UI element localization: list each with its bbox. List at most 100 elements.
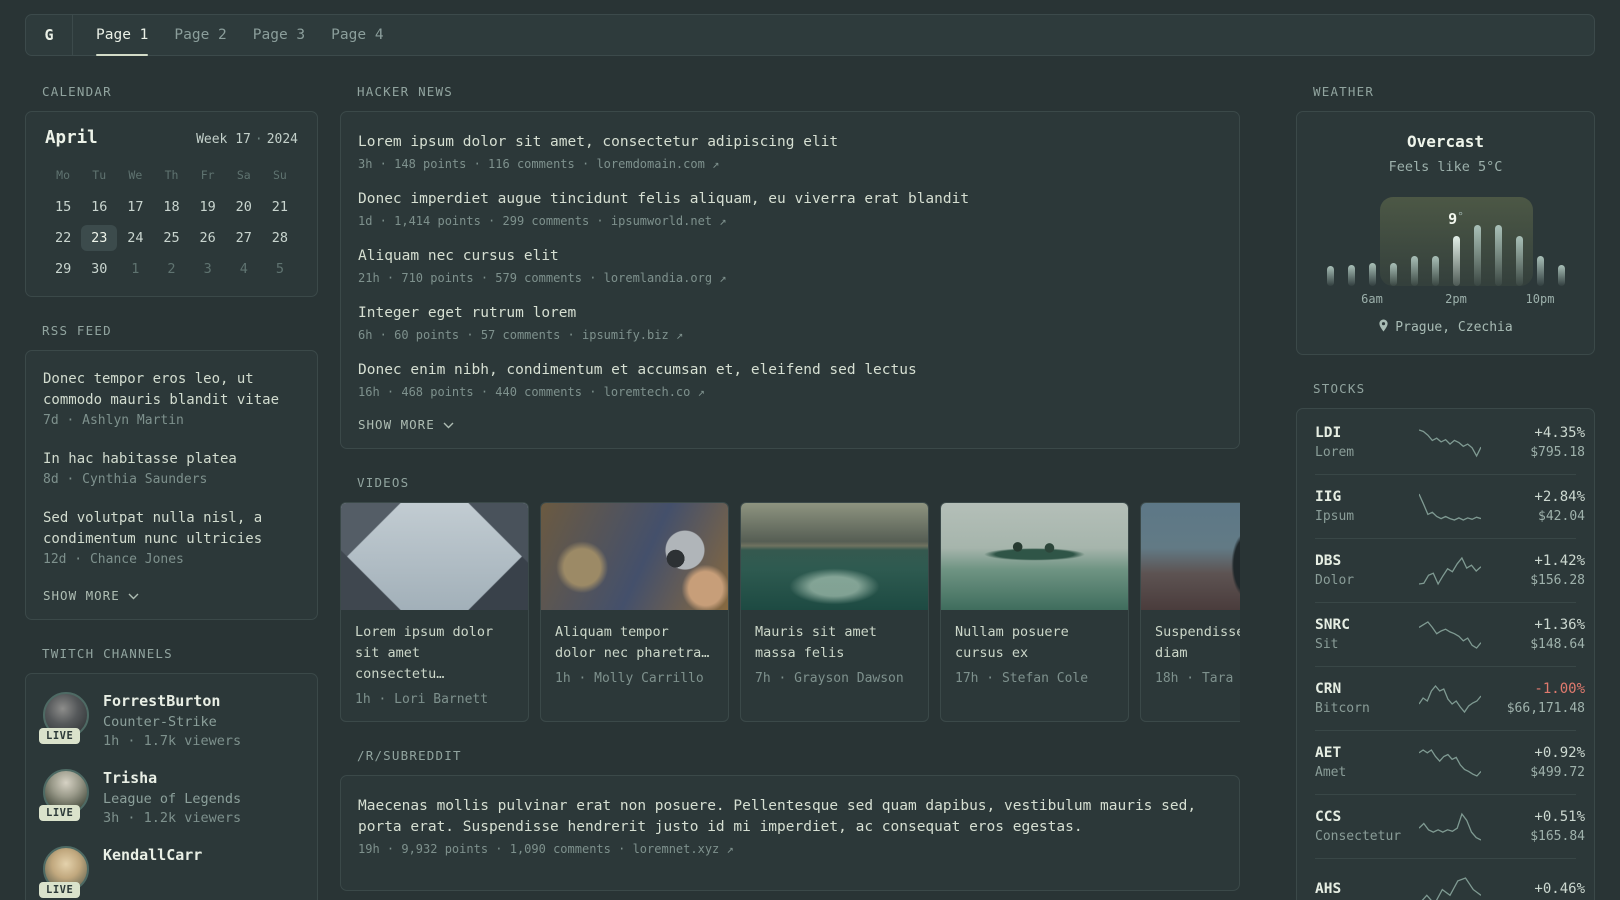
stock-sparkline <box>1419 812 1481 842</box>
story-stats: 6h · 60 points · 57 comments <box>358 328 561 342</box>
video-thumbnail[interactable] <box>941 503 1128 610</box>
post-domain-link[interactable]: loremnet.xyz ↗ <box>633 842 734 856</box>
video-title[interactable]: Aliquam tempor dolor nec pharetra… <box>555 622 714 664</box>
twitch-channel-row[interactable]: LIVE KendallCarr <box>39 846 300 898</box>
channel-name[interactable]: ForrestBurton <box>103 692 241 710</box>
calendar-weekday: Fr <box>200 168 215 182</box>
story-meta: 3h · 148 points · 116 comments · loremdo… <box>358 157 1222 171</box>
rss-show-more-button[interactable]: SHOW MORE <box>43 588 300 603</box>
weather-section: WEATHER Overcast Feels like 5°C 9° 6am 2pm… <box>1296 84 1595 355</box>
story-domain-link[interactable]: loremtech.co ↗ <box>604 385 705 399</box>
rss-item-meta: 7d · Ashlyn Martin <box>43 413 184 428</box>
weather-feels-like: Feels like 5°C <box>1388 159 1503 175</box>
calendar-section: CALENDAR April Week 17 · 2024 Mo Tu We Th Fr Sa… <box>25 84 318 297</box>
weather-hour-bar <box>1536 256 1544 286</box>
video-caption: Suspendisse diam 18h · Tara <box>1141 610 1240 700</box>
twitch-channel-info: Trisha League of Legends 3h · 1.2k viewe… <box>103 769 241 826</box>
video-thumbnail[interactable] <box>341 503 528 610</box>
story-domain-link[interactable]: ipsumworld.net ↗ <box>611 214 727 228</box>
stock-change: +0.51% <box>1534 809 1585 825</box>
chevron-down-icon <box>443 417 454 432</box>
stock-row[interactable]: CRN Bitcorn -1.00% $66,171.48 <box>1315 666 1585 730</box>
story-domain-link[interactable]: loremlandia.org ↗ <box>604 271 727 285</box>
story-domain: ipsumify.biz <box>582 328 669 342</box>
stock-row[interactable]: DBS Dolor +1.42% $156.28 <box>1315 538 1585 602</box>
nav-tab-page-2[interactable]: Page 2 <box>174 15 226 55</box>
twitch-section: TWITCH CHANNELS LIVE ForrestBurton Count… <box>25 646 318 900</box>
channel-name[interactable]: KendallCarr <box>103 846 202 864</box>
video-card[interactable]: Mauris sit amet massa felis 7h · Grayson… <box>740 502 929 722</box>
dashboard-page: G Page 1 Page 2 Page 3 Page 4 CALENDAR A… <box>0 0 1620 900</box>
calendar-day: 23 <box>81 225 118 251</box>
hackernews-item: Aliquam nec cursus elit 21h · 710 points… <box>358 246 1222 285</box>
weather-location[interactable]: Prague, Czechia <box>1319 319 1572 336</box>
story-title[interactable]: Donec imperdiet augue tincidunt felis al… <box>358 189 1222 210</box>
post-title[interactable]: Maecenas mollis pulvinar erat non posuer… <box>358 796 1222 838</box>
nav-tab-page-3[interactable]: Page 3 <box>253 15 305 55</box>
story-domain: loremdomain.com <box>596 157 705 171</box>
subreddit-section: /R/SUBREDDIT Maecenas mollis pulvinar er… <box>340 748 1240 891</box>
rss-item[interactable]: Sed volutpat nulla nisl, a condimentum n… <box>43 508 300 567</box>
story-domain-link[interactable]: loremdomain.com ↗ <box>596 157 719 171</box>
calendar-weekday: Mo <box>56 168 70 182</box>
story-domain-link[interactable]: ipsumify.biz ↗ <box>582 328 683 342</box>
channel-category[interactable]: League of Legends <box>103 791 241 807</box>
video-card[interactable]: Aliquam tempor dolor nec pharetra… 1h · … <box>540 502 729 722</box>
video-title[interactable]: Nullam posuere cursus ex <box>955 622 1114 664</box>
rss-section-label: RSS FEED <box>42 323 112 338</box>
separator-dot: · <box>618 842 626 856</box>
stock-name: Amet <box>1315 765 1347 780</box>
stock-row[interactable]: IIG Ipsum +2.84% $42.04 <box>1315 474 1585 538</box>
weather-hour-label: 10pm <box>1525 292 1555 306</box>
video-thumbnail[interactable] <box>541 503 728 610</box>
external-link-icon: ↗ <box>697 385 705 399</box>
stock-change: +0.46% <box>1534 880 1585 897</box>
separator-dot: · <box>581 157 590 171</box>
video-card[interactable]: Suspendisse diam 18h · Tara <box>1140 502 1240 722</box>
app-logo[interactable]: G <box>26 15 73 55</box>
avatar: LIVE <box>39 846 89 898</box>
rss-item-title[interactable]: Sed volutpat nulla nisl, a condimentum n… <box>43 508 300 550</box>
video-title[interactable]: Suspendisse diam <box>1155 622 1240 664</box>
video-thumbnail[interactable] <box>1141 503 1240 610</box>
calendar-header: April Week 17 · 2024 <box>45 128 298 148</box>
avatar: LIVE <box>39 769 89 821</box>
video-card[interactable]: Lorem ipsum dolor sit amet consectetu… 1… <box>340 502 529 722</box>
rss-item-title[interactable]: In hac habitasse platea <box>43 449 300 470</box>
story-meta: 1d · 1,414 points · 299 comments · ipsum… <box>358 214 1222 228</box>
channel-name[interactable]: Trisha <box>103 769 241 787</box>
story-title[interactable]: Donec enim nibh, condimentum et accumsan… <box>358 360 1222 381</box>
story-title[interactable]: Lorem ipsum dolor sit amet, consectetur … <box>358 132 1222 153</box>
stock-row[interactable]: AET Amet +0.92% $499.72 <box>1315 730 1585 794</box>
nav-tab-page-4[interactable]: Page 4 <box>331 15 383 55</box>
separator-dot: · <box>596 214 604 228</box>
rss-item[interactable]: In hac habitasse platea 8d · Cynthia Sau… <box>43 449 300 487</box>
map-pin-icon <box>1378 319 1389 336</box>
stocks-section-label: STOCKS <box>1313 381 1366 396</box>
twitch-channel-row[interactable]: LIVE ForrestBurton Counter-Strike 1h · 1… <box>39 692 300 749</box>
hackernews-show-more-button[interactable]: SHOW MORE <box>358 417 1222 432</box>
stock-sparkline <box>1419 556 1481 586</box>
stock-row[interactable]: LDI Lorem +4.35% $795.18 <box>1315 411 1585 474</box>
stock-sparkline <box>1419 748 1481 778</box>
nav-tab-page-1[interactable]: Page 1 <box>96 15 149 56</box>
rss-item-title[interactable]: Donec tempor eros leo, ut commodo mauris… <box>43 369 300 411</box>
stock-row[interactable]: CCS Consectetur +0.51% $165.84 <box>1315 794 1585 858</box>
weather-hour-bar <box>1452 236 1460 286</box>
rss-item-meta: 8d · Cynthia Saunders <box>43 472 208 487</box>
rss-item[interactable]: Donec tempor eros leo, ut commodo mauris… <box>43 369 300 428</box>
channel-category[interactable]: Counter-Strike <box>103 714 241 730</box>
video-title[interactable]: Lorem ipsum dolor sit amet consectetu… <box>355 622 514 685</box>
avatar: LIVE <box>39 692 89 744</box>
stocks-section: STOCKS LDI Lorem +4.35% $795.18 IIG Ipsum +… <box>1296 381 1595 900</box>
stock-name: Dolor <box>1315 573 1355 588</box>
stock-change: +4.35% <box>1534 425 1585 441</box>
video-card[interactable]: Nullam posuere cursus ex 17h · Stefan Co… <box>940 502 1129 722</box>
video-title[interactable]: Mauris sit amet massa felis <box>755 622 914 664</box>
story-title[interactable]: Aliquam nec cursus elit <box>358 246 1222 267</box>
video-thumbnail[interactable] <box>741 503 928 610</box>
stock-row[interactable]: AHS +0.46% <box>1315 858 1585 900</box>
story-title[interactable]: Integer eget rutrum lorem <box>358 303 1222 324</box>
stock-row[interactable]: SNRC Sit +1.36% $148.64 <box>1315 602 1585 666</box>
twitch-channel-row[interactable]: LIVE Trisha League of Legends 3h · 1.2k … <box>39 769 300 826</box>
